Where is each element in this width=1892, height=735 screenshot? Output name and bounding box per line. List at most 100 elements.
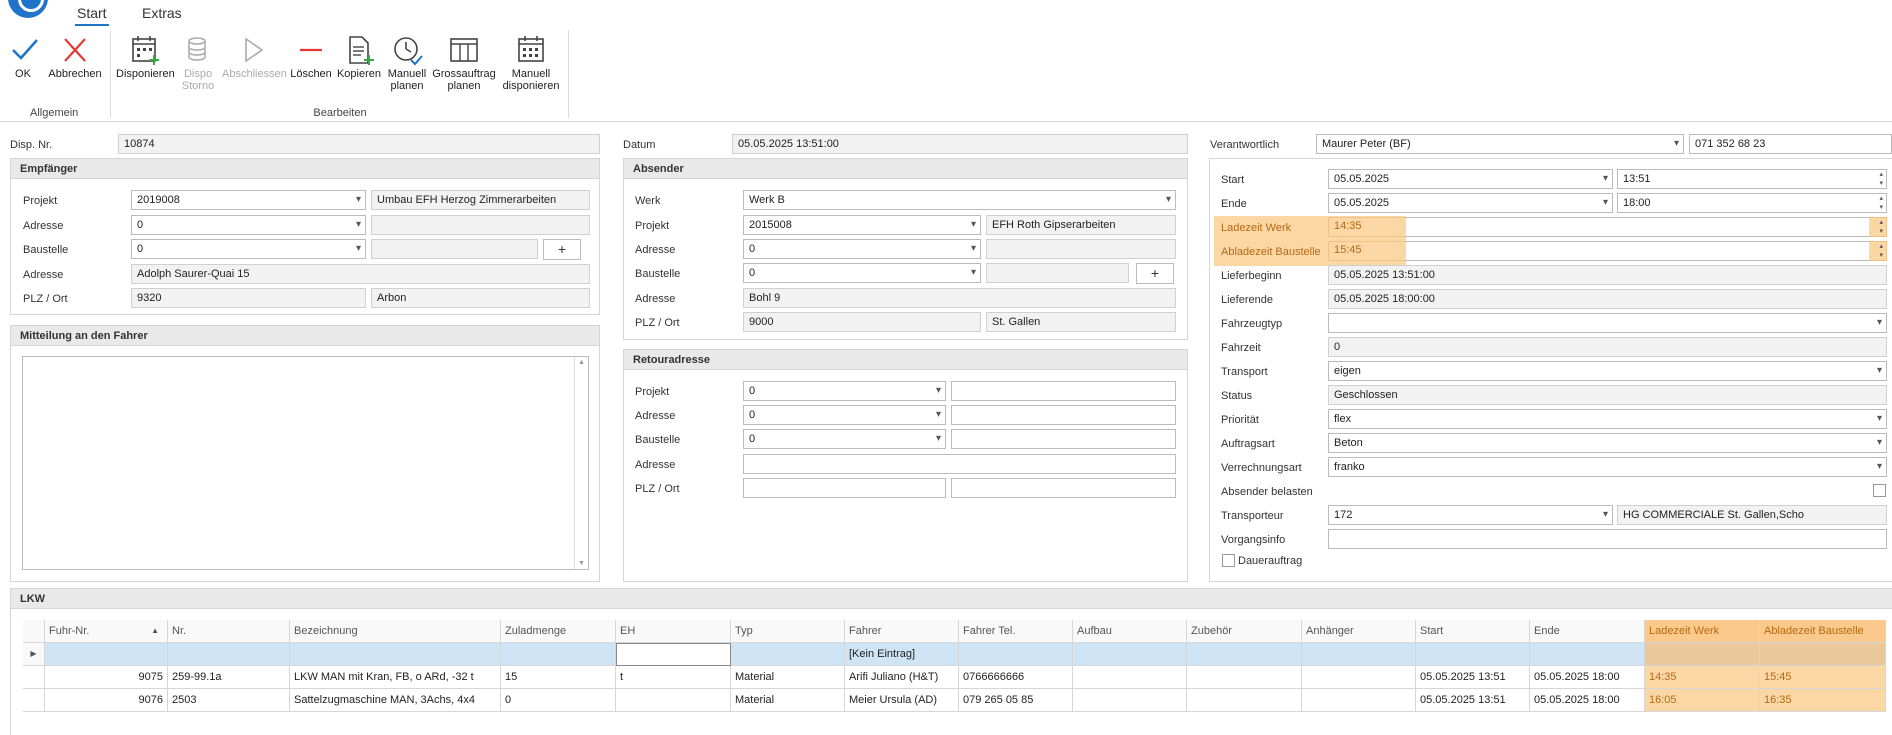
absender-adresse-select[interactable]: 0 <box>743 239 981 259</box>
new-cell-typ[interactable] <box>731 643 845 666</box>
col-header-nr[interactable]: Nr. <box>168 620 290 643</box>
empfaenger-baustelle-select[interactable]: 0 <box>131 239 366 259</box>
tab-extras[interactable]: Extras <box>140 5 184 24</box>
col-header-zuladmenge[interactable]: Zuladmenge <box>501 620 616 643</box>
retour-adresse-select[interactable]: 0 <box>743 405 946 425</box>
cell-zuladmenge[interactable]: 0 <box>501 689 616 712</box>
cell-eh[interactable] <box>616 689 731 712</box>
scroll-up-icon[interactable]: ▲ <box>578 359 585 366</box>
col-header-abladezeit[interactable]: Abladezeit Baustelle <box>1760 620 1886 643</box>
retour-adresse-extra[interactable] <box>951 405 1176 425</box>
cell-ende[interactable]: 05.05.2025 18:00 <box>1530 666 1645 689</box>
col-header-zubehoer[interactable]: Zubehör <box>1187 620 1302 643</box>
cell-zubehoer[interactable] <box>1187 666 1302 689</box>
disp-nr-field[interactable]: 10874 <box>118 134 600 154</box>
ende-date-select[interactable]: 05.05.2025 <box>1328 193 1613 213</box>
mitteilung-textarea[interactable]: ▲ ▼ <box>22 356 589 570</box>
dauerauftrag-checkbox[interactable] <box>1222 554 1235 567</box>
empfaenger-projekt-select[interactable]: 2019008 <box>131 190 366 210</box>
col-header-eh[interactable]: EH <box>616 620 731 643</box>
disponieren-button[interactable]: Disponieren <box>116 34 175 80</box>
grid-new-row[interactable]: ▶ [Kein Eintrag] <box>23 643 1886 666</box>
new-cell-ende[interactable] <box>1530 643 1645 666</box>
new-cell-aufbau[interactable] <box>1073 643 1187 666</box>
new-cell-fahrer[interactable]: [Kein Eintrag] <box>845 643 959 666</box>
abbrechen-button[interactable]: Abbrechen <box>46 34 104 80</box>
cell-abladezeit[interactable]: 15:45 <box>1760 666 1886 689</box>
cell-anhaenger[interactable] <box>1302 666 1416 689</box>
verrechnungsart-select[interactable]: franko <box>1328 457 1887 477</box>
fahrzeugtyp-select[interactable] <box>1328 313 1887 333</box>
cell-aufbau[interactable] <box>1073 689 1187 712</box>
datum-field[interactable]: 05.05.2025 13:51:00 <box>732 134 1188 154</box>
absender-projekt-select[interactable]: 2015008 <box>743 215 981 235</box>
col-header-fahrer-tel[interactable]: Fahrer Tel. <box>959 620 1073 643</box>
col-header-fuhr-nr[interactable]: Fuhr-Nr. ▲ <box>45 620 168 643</box>
cell-abladezeit[interactable]: 16:35 <box>1760 689 1886 712</box>
prioritaet-select[interactable]: flex <box>1328 409 1887 429</box>
new-cell-nr[interactable] <box>168 643 290 666</box>
abladezeit-spinner-rest[interactable] <box>1406 241 1869 261</box>
auftragsart-select[interactable]: Beton <box>1328 433 1887 453</box>
absender-add-button[interactable]: + <box>1136 263 1174 284</box>
ladezeit-spinner-rest[interactable] <box>1406 217 1869 237</box>
new-cell-bezeichnung[interactable] <box>290 643 501 666</box>
new-cell-abladezeit[interactable] <box>1760 643 1886 666</box>
kopieren-button[interactable]: Kopieren <box>336 34 382 80</box>
empfaenger-adresse-select[interactable]: 0 <box>131 215 366 235</box>
cell-start[interactable]: 05.05.2025 13:51 <box>1416 666 1530 689</box>
ok-button[interactable]: OK <box>8 34 38 80</box>
manuell-planen-button[interactable]: Manuell planen <box>384 34 430 92</box>
start-time-spinner[interactable]: 13:51 <box>1617 169 1887 189</box>
cell-anhaenger[interactable] <box>1302 689 1416 712</box>
absender-werk-select[interactable]: Werk B <box>743 190 1176 210</box>
cell-start[interactable]: 05.05.2025 13:51 <box>1416 689 1530 712</box>
grossauftrag-planen-button[interactable]: Grossauftrag planen <box>432 34 496 92</box>
col-header-ladezeit[interactable]: Ladezeit Werk <box>1645 620 1760 643</box>
cell-zuladmenge[interactable]: 15 <box>501 666 616 689</box>
cell-bezeichnung[interactable]: LKW MAN mit Kran, FB, o ARd, -32 t <box>290 666 501 689</box>
col-header-bezeichnung[interactable]: Bezeichnung <box>290 620 501 643</box>
cell-nr[interactable]: 2503 <box>168 689 290 712</box>
cell-typ[interactable]: Material <box>731 689 845 712</box>
cell-fahrer-tel[interactable]: 0766666666 <box>959 666 1073 689</box>
loeschen-button[interactable]: Löschen <box>290 34 332 80</box>
cell-zubehoer[interactable] <box>1187 689 1302 712</box>
cell-aufbau[interactable] <box>1073 666 1187 689</box>
cell-ladezeit[interactable]: 14:35 <box>1645 666 1760 689</box>
ende-time-spinner[interactable]: 18:00 <box>1617 193 1887 213</box>
col-header-fahrer[interactable]: Fahrer <box>845 620 959 643</box>
cell-fuhr-nr[interactable]: 9075 <box>45 666 168 689</box>
transporteur-select[interactable]: 172 <box>1328 505 1613 525</box>
col-header-aufbau[interactable]: Aufbau <box>1073 620 1187 643</box>
cell-ladezeit[interactable]: 16:05 <box>1645 689 1760 712</box>
new-cell-zubehoer[interactable] <box>1187 643 1302 666</box>
app-logo-icon[interactable] <box>8 0 48 18</box>
cell-fahrer[interactable]: Meier Ursula (AD) <box>845 689 959 712</box>
retour-adresse-text[interactable] <box>743 454 1176 474</box>
cell-nr[interactable]: 259-99.1a <box>168 666 290 689</box>
col-header-ende[interactable]: Ende <box>1530 620 1645 643</box>
absender-belasten-checkbox[interactable] <box>1873 484 1886 497</box>
col-header-anhaenger[interactable]: Anhänger <box>1302 620 1416 643</box>
abschliessen-button[interactable]: Abschliessen <box>222 34 287 80</box>
dispo-storno-button[interactable]: Dispo Storno <box>176 34 220 92</box>
absender-baustelle-select[interactable]: 0 <box>743 263 981 283</box>
verantwortlich-select[interactable]: Maurer Peter (BF) <box>1316 134 1684 154</box>
scroll-down-icon[interactable]: ▼ <box>578 560 585 567</box>
empfaenger-add-button[interactable]: + <box>543 239 581 260</box>
start-date-select[interactable]: 05.05.2025 <box>1328 169 1613 189</box>
retour-baustelle-select[interactable]: 0 <box>743 429 946 449</box>
cell-bezeichnung[interactable]: Sattelzugmaschine MAN, 3Achs, 4x4 <box>290 689 501 712</box>
col-header-typ[interactable]: Typ <box>731 620 845 643</box>
cell-typ[interactable]: Material <box>731 666 845 689</box>
retour-projekt-name[interactable] <box>951 381 1176 401</box>
cell-eh[interactable]: t <box>616 666 731 689</box>
cell-fuhr-nr[interactable]: 9076 <box>45 689 168 712</box>
col-header-start[interactable]: Start <box>1416 620 1530 643</box>
new-cell-ladezeit[interactable] <box>1645 643 1760 666</box>
retour-ort[interactable] <box>951 478 1176 498</box>
retour-baustelle-extra[interactable] <box>951 429 1176 449</box>
telefon-field[interactable]: 071 352 68 23 <box>1689 134 1892 154</box>
manuell-disponieren-button[interactable]: Manuell disponieren <box>498 34 564 92</box>
